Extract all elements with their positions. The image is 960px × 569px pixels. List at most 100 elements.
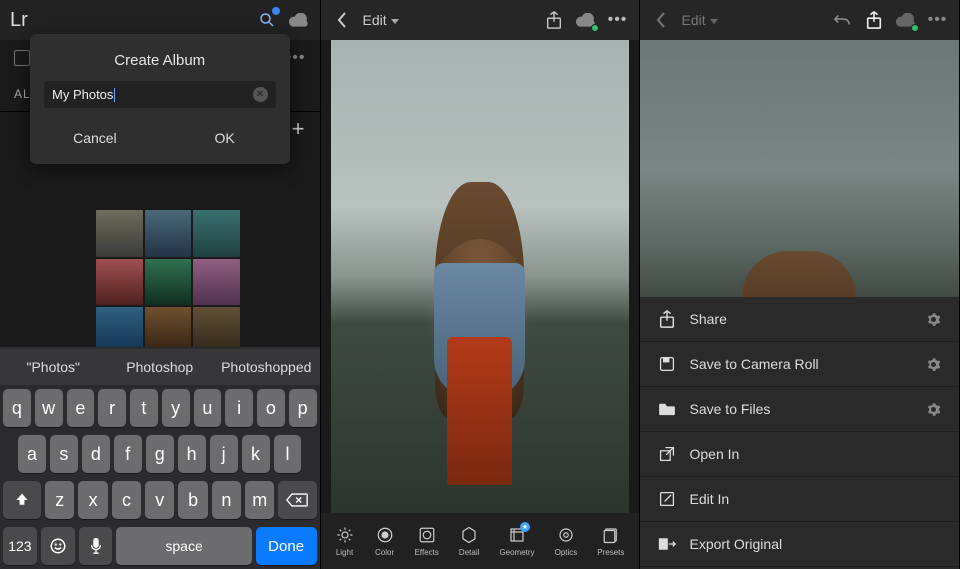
share-icon[interactable] xyxy=(543,9,565,31)
key-l[interactable]: l xyxy=(274,435,302,473)
premium-badge-icon: ★ xyxy=(520,522,530,532)
key-q[interactable]: q xyxy=(3,389,31,427)
key-h[interactable]: h xyxy=(178,435,206,473)
key-g[interactable]: g xyxy=(146,435,174,473)
key-v[interactable]: v xyxy=(145,481,174,519)
key-p[interactable]: p xyxy=(289,389,317,427)
ok-button[interactable]: OK xyxy=(160,118,290,158)
tool-presets[interactable]: Presets xyxy=(597,525,624,557)
key-w[interactable]: w xyxy=(35,389,63,427)
more-icon[interactable]: ••• xyxy=(607,9,629,31)
key-t[interactable]: t xyxy=(130,389,158,427)
key-mic[interactable] xyxy=(79,527,113,565)
tool-detail[interactable]: Detail xyxy=(459,525,479,557)
add-button[interactable]: + xyxy=(292,116,306,142)
key-y[interactable]: y xyxy=(162,389,190,427)
search-icon[interactable] xyxy=(256,9,278,31)
pane-share: Edit ••• Share Save to Camera RollSave to… xyxy=(640,0,959,569)
editin-icon xyxy=(658,490,676,508)
key-space[interactable]: space xyxy=(116,527,251,565)
more-icon[interactable]: ••• xyxy=(927,9,949,31)
undo-icon[interactable] xyxy=(831,9,853,31)
tool-effects[interactable]: Effects xyxy=(415,525,439,557)
key-k[interactable]: k xyxy=(242,435,270,473)
key-o[interactable]: o xyxy=(257,389,285,427)
suggestion[interactable]: Photoshopped xyxy=(213,359,320,375)
suggestion[interactable]: Photoshop xyxy=(107,359,214,375)
menu-item-open-in[interactable]: Open In xyxy=(640,432,959,477)
menu-label: Edit In xyxy=(690,491,730,507)
key-s[interactable]: s xyxy=(50,435,78,473)
edit-dropdown[interactable]: Edit xyxy=(363,12,399,28)
key-d[interactable]: d xyxy=(82,435,110,473)
tool-optics[interactable]: Optics xyxy=(555,525,578,557)
keyboard: "Photos" Photoshop Photoshopped qwertyui… xyxy=(0,347,320,569)
key-u[interactable]: u xyxy=(194,389,222,427)
key-done[interactable]: Done xyxy=(256,527,317,565)
key-f[interactable]: f xyxy=(114,435,142,473)
list-item[interactable] xyxy=(145,259,192,306)
photo-canvas[interactable] xyxy=(331,40,629,513)
list-item[interactable] xyxy=(96,259,143,306)
folder-icon xyxy=(658,400,676,418)
geometry-icon: ★ xyxy=(507,525,527,545)
share-icon[interactable] xyxy=(863,9,885,31)
cloud-sync-icon[interactable] xyxy=(575,9,597,31)
tool-color[interactable]: Color xyxy=(375,525,395,557)
menu-label: Export Original xyxy=(690,536,783,552)
key-shift[interactable] xyxy=(3,481,41,519)
clear-input-icon[interactable]: ✕ xyxy=(253,87,268,102)
key-backspace[interactable] xyxy=(278,481,316,519)
list-item[interactable] xyxy=(145,210,192,257)
tool-label: Geometry xyxy=(499,548,534,557)
key-numbers[interactable]: 123 xyxy=(3,527,37,565)
menu-item-edit-in[interactable]: Edit In xyxy=(640,477,959,522)
cancel-button[interactable]: Cancel xyxy=(30,118,160,158)
create-album-dialog: Create Album My Photos ✕ Cancel OK xyxy=(30,34,290,164)
tool-label: Presets xyxy=(597,548,624,557)
openin-icon xyxy=(658,445,676,463)
edit-dropdown[interactable]: Edit xyxy=(682,12,718,28)
key-r[interactable]: r xyxy=(98,389,126,427)
tool-label: Optics xyxy=(555,548,578,557)
suggestion[interactable]: "Photos" xyxy=(0,359,107,375)
key-e[interactable]: e xyxy=(67,389,95,427)
menu-item-save-to-camera-roll[interactable]: Save to Camera Roll xyxy=(640,342,959,387)
list-item[interactable] xyxy=(193,210,240,257)
cloud-icon[interactable] xyxy=(288,9,310,31)
tool-light[interactable]: Light xyxy=(335,525,355,557)
photo-grid xyxy=(96,210,240,354)
detail-icon xyxy=(459,525,479,545)
key-n[interactable]: n xyxy=(212,481,241,519)
dialog-title: Create Album xyxy=(30,52,290,69)
tool-label: Color xyxy=(375,548,394,557)
menu-item-save-to-files[interactable]: Save to Files xyxy=(640,387,959,432)
menu-item-export-original[interactable]: Export Original xyxy=(640,522,959,567)
key-x[interactable]: x xyxy=(78,481,107,519)
save-icon xyxy=(658,355,676,373)
header-edit: Edit ••• xyxy=(321,0,639,40)
gear-icon[interactable] xyxy=(926,357,941,372)
cloud-sync-icon[interactable] xyxy=(895,9,917,31)
key-c[interactable]: c xyxy=(112,481,141,519)
pane-library: Lr All Photos ••• ALL + xyxy=(0,0,321,569)
album-name-input[interactable]: My Photos ✕ xyxy=(44,81,276,108)
key-j[interactable]: j xyxy=(210,435,238,473)
key-z[interactable]: z xyxy=(45,481,74,519)
key-a[interactable]: a xyxy=(18,435,46,473)
tool-label: Effects xyxy=(415,548,439,557)
gear-icon[interactable] xyxy=(926,402,941,417)
tool-geometry[interactable]: ★ Geometry xyxy=(499,525,534,557)
menu-item-share[interactable]: Share xyxy=(640,297,959,342)
back-icon[interactable] xyxy=(331,9,353,31)
key-b[interactable]: b xyxy=(178,481,207,519)
gear-icon[interactable] xyxy=(926,312,941,327)
photo-canvas[interactable] xyxy=(640,40,959,297)
menu-label: Share xyxy=(690,311,727,327)
list-item[interactable] xyxy=(96,210,143,257)
list-item[interactable] xyxy=(193,259,240,306)
key-emoji[interactable] xyxy=(41,527,75,565)
back-icon[interactable] xyxy=(650,9,672,31)
key-m[interactable]: m xyxy=(245,481,274,519)
key-i[interactable]: i xyxy=(225,389,253,427)
